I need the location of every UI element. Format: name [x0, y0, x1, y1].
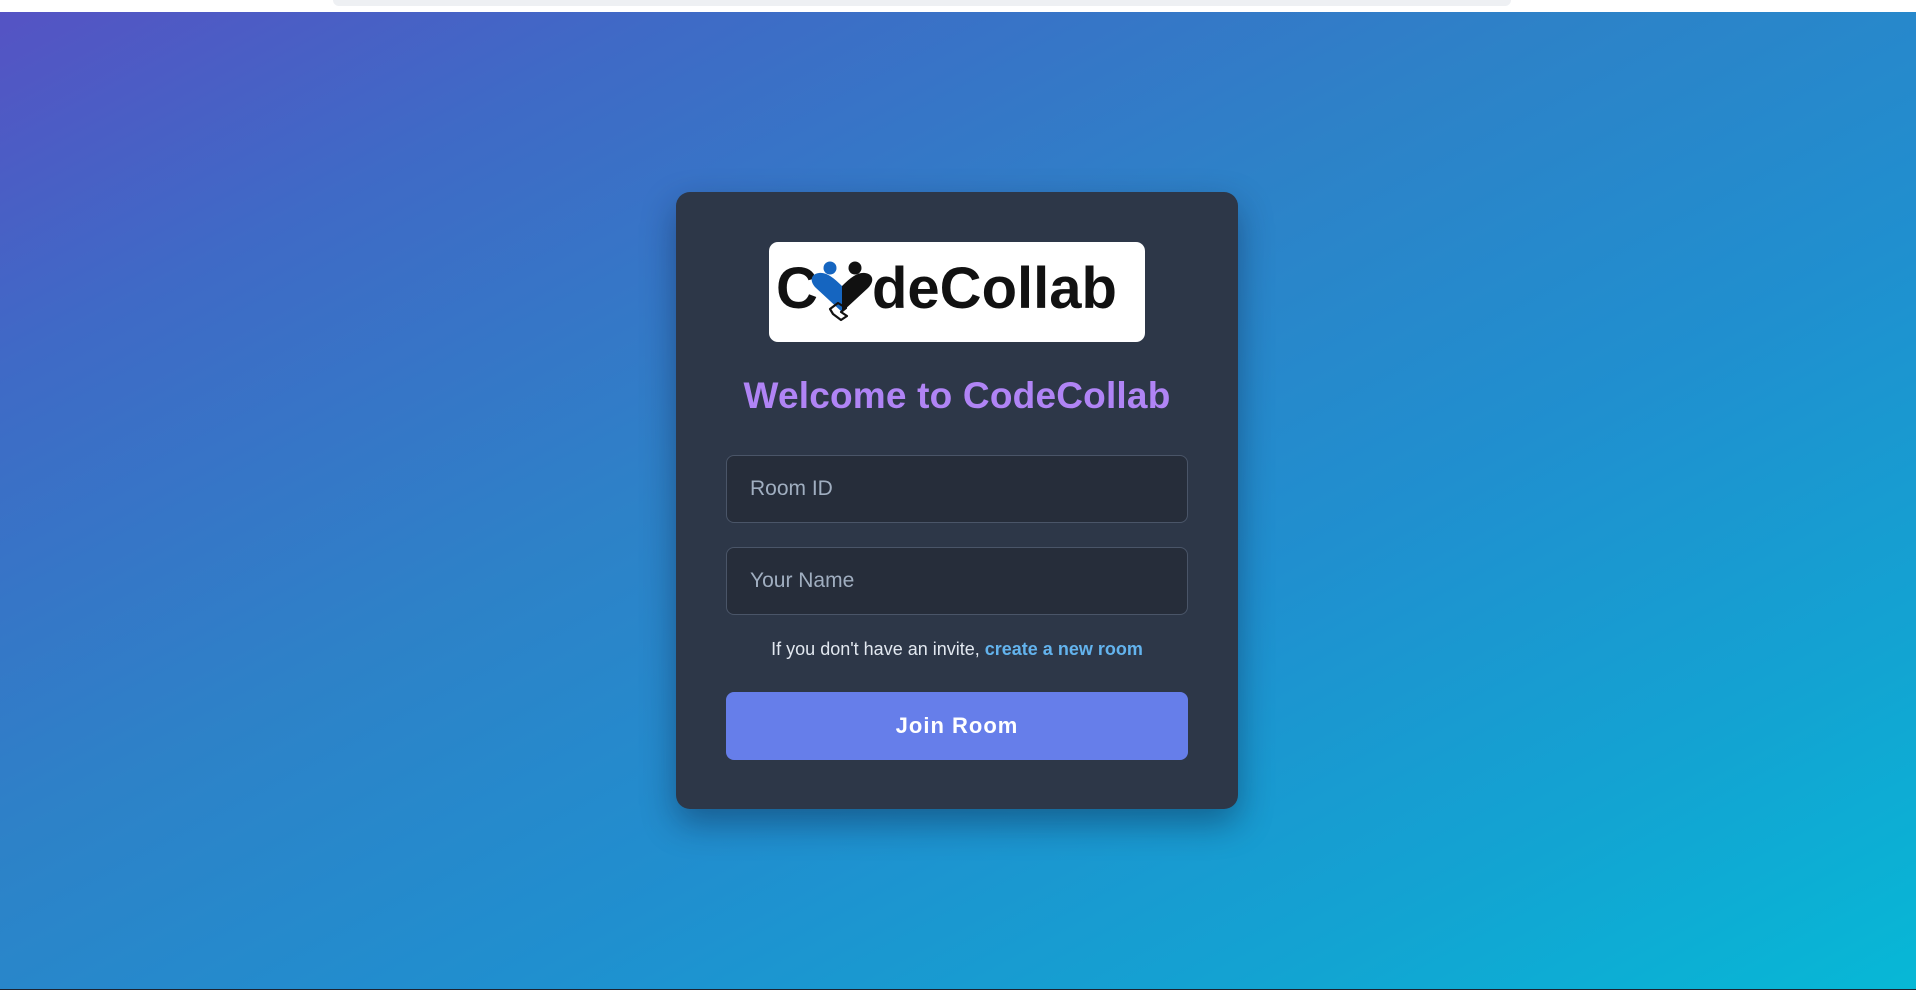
- heart-handshake-icon: [811, 261, 873, 322]
- svg-text:C: C: [776, 256, 818, 321]
- join-room-card: C deCollab Welcome to CodeCollab If you …: [676, 192, 1238, 809]
- svg-text:deCollab: deCollab: [872, 256, 1117, 321]
- join-room-button[interactable]: Join Room: [726, 692, 1188, 760]
- browser-top-strip: [0, 0, 1916, 12]
- create-new-room-link[interactable]: create a new room: [985, 639, 1143, 659]
- welcome-title: Welcome to CodeCollab: [743, 375, 1171, 416]
- browser-tab-strip: [333, 0, 1511, 6]
- your-name-input[interactable]: [726, 547, 1188, 615]
- invite-hint: If you don't have an invite, create a ne…: [676, 639, 1238, 660]
- logo-image: C deCollab: [776, 256, 1117, 322]
- codecollab-logo: C deCollab: [769, 242, 1145, 342]
- room-id-input[interactable]: [726, 455, 1188, 523]
- invite-hint-text: If you don't have an invite,: [771, 639, 980, 659]
